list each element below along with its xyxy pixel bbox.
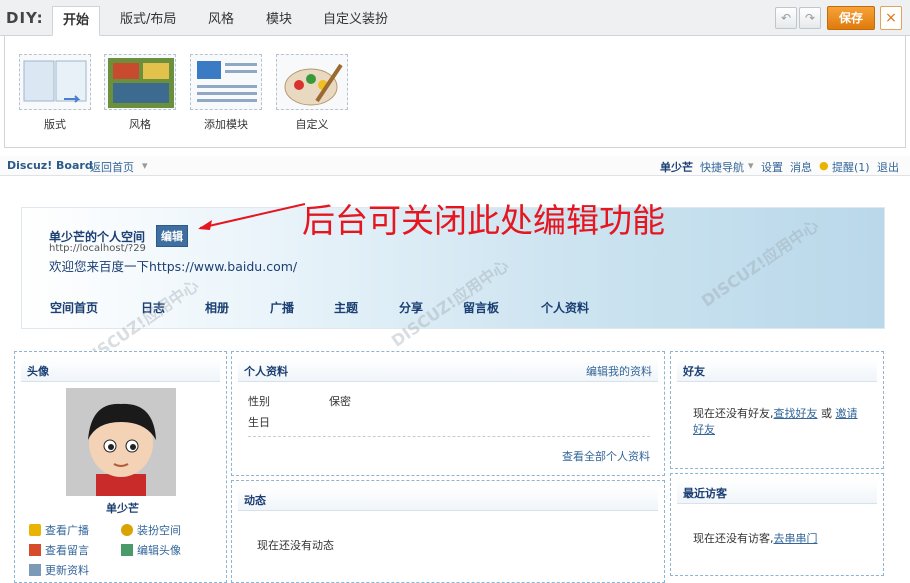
feed-empty-text: 现在还没有动态 <box>257 537 334 553</box>
site-nav: Discuz! Board 返回首页 ▾ 单少芒 快捷导航 ▾ 设置 消息 ● … <box>0 156 910 176</box>
gender-label: 性别 <box>248 393 270 409</box>
divider <box>248 436 650 437</box>
diy-item-label: 版式 <box>18 116 92 132</box>
style-icon <box>104 54 176 110</box>
messages-link[interactable]: 消息 <box>790 159 812 175</box>
tab-start[interactable]: 开始 <box>52 6 100 36</box>
quick-nav-link[interactable]: 快捷导航 <box>700 159 744 175</box>
friends-text: 现在还没有好友,查找好友 或 邀请好友 <box>693 406 863 438</box>
avatar[interactable] <box>66 388 176 496</box>
add-module-icon <box>190 54 262 110</box>
diy-label: DIY: <box>6 9 44 27</box>
megaphone-icon <box>29 524 41 536</box>
diy-item-custom[interactable]: 自定义 <box>275 54 349 132</box>
birthday-label: 生日 <box>248 414 270 430</box>
avatar-box: 头像 单少芒 查看广播 装扮空间 查看留言 编辑头像 更新资料 <box>14 351 227 583</box>
diy-item-label: 风格 <box>103 116 177 132</box>
bulb-icon: ● <box>819 159 829 172</box>
settings-link[interactable]: 设置 <box>761 159 783 175</box>
box-title: 个人资料 <box>244 363 288 379</box>
diy-item-layout[interactable]: 版式 <box>18 54 92 132</box>
close-icon[interactable]: × <box>880 6 902 30</box>
brand-link[interactable]: Discuz! Board <box>7 159 93 172</box>
diy-item-style[interactable]: 风格 <box>103 54 177 132</box>
annotation-text: 后台可关闭此处编辑功能 <box>302 194 665 242</box>
view-messages-link[interactable]: 查看留言 <box>29 542 89 558</box>
diy-item-label: 自定义 <box>275 116 349 132</box>
nav-album[interactable]: 相册 <box>205 299 229 316</box>
diy-item-label: 添加模块 <box>189 116 263 132</box>
friends-box: 好友 现在还没有好友,查找好友 或 邀请好友 <box>670 351 884 469</box>
box-header: 动态 <box>238 487 658 511</box>
box-header: 好友 <box>677 358 877 382</box>
decorate-space-link[interactable]: 装扮空间 <box>121 522 181 538</box>
avatar-name[interactable]: 单少芒 <box>106 500 139 516</box>
update-profile-link[interactable]: 更新资料 <box>29 562 89 578</box>
profile-box: 个人资料 编辑我的资料 性别 保密 生日 查看全部个人资料 <box>231 351 665 476</box>
find-friends-link[interactable]: 查找好友 <box>774 407 818 420</box>
go-visit-link[interactable]: 去串串门 <box>774 532 818 545</box>
view-all-profile-link[interactable]: 查看全部个人资料 <box>562 448 650 464</box>
chevron-down-icon: ▾ <box>142 159 148 172</box>
box-title: 动态 <box>244 492 266 508</box>
visitors-text: 现在还没有访客,去串串门 <box>693 530 818 546</box>
layout-icon <box>19 54 91 110</box>
box-header: 头像 <box>21 358 220 382</box>
pencil-icon <box>29 544 41 556</box>
nav-profile[interactable]: 个人资料 <box>541 299 589 316</box>
nav-home[interactable]: 空间首页 <box>50 299 98 316</box>
tab-style[interactable]: 风格 <box>198 6 244 36</box>
chevron-down-icon: ▾ <box>748 159 754 172</box>
box-header: 个人资料 编辑我的资料 <box>238 358 658 382</box>
profile-card-icon <box>29 564 41 576</box>
undo-icon[interactable]: ↶ <box>775 7 797 29</box>
back-home-link[interactable]: 返回首页 <box>90 159 134 175</box>
palette-icon <box>276 54 348 110</box>
edit-profile-link[interactable]: 编辑我的资料 <box>586 363 652 379</box>
tab-layout[interactable]: 版式/布局 <box>110 6 186 36</box>
diy-item-add-module[interactable]: 添加模块 <box>189 54 263 132</box>
user-link[interactable]: 单少芒 <box>660 159 693 175</box>
welcome-text: 欢迎您来百度一下https://www.baidu.com/ <box>49 256 297 275</box>
visitors-box: 最近访客 现在还没有访客,去串串门 <box>670 473 884 576</box>
image-icon <box>121 544 133 556</box>
logout-link[interactable]: 退出 <box>877 159 899 175</box>
nav-threads[interactable]: 主题 <box>334 299 358 316</box>
box-title: 好友 <box>683 363 705 379</box>
box-title: 头像 <box>27 363 49 379</box>
view-broadcast-link[interactable]: 查看广播 <box>29 522 89 538</box>
box-title: 最近访客 <box>683 485 727 501</box>
annotation-arrow <box>190 198 310 238</box>
key-icon <box>121 524 133 536</box>
nav-broadcast[interactable]: 广播 <box>270 299 294 316</box>
tab-custom[interactable]: 自定义装扮 <box>313 6 398 36</box>
save-button[interactable]: 保存 <box>827 6 875 30</box>
gender-value: 保密 <box>329 393 351 409</box>
edit-button[interactable]: 编辑 <box>156 225 188 247</box>
feed-box: 动态 现在还没有动态 <box>231 480 665 583</box>
redo-icon[interactable]: ↷ <box>799 7 821 29</box>
edit-avatar-link[interactable]: 编辑头像 <box>121 542 181 558</box>
diy-panel: 版式 风格 添加模块 自定义 <box>4 36 906 148</box>
space-url: http://localhost/?29 <box>49 243 146 254</box>
diy-toolbar: DIY: 开始 版式/布局 风格 模块 自定义装扮 ↶ ↷ 保存 × <box>0 0 910 36</box>
tab-module[interactable]: 模块 <box>256 6 302 36</box>
reminders-link[interactable]: 提醒(1) <box>832 159 870 175</box>
box-header: 最近访客 <box>677 480 877 504</box>
